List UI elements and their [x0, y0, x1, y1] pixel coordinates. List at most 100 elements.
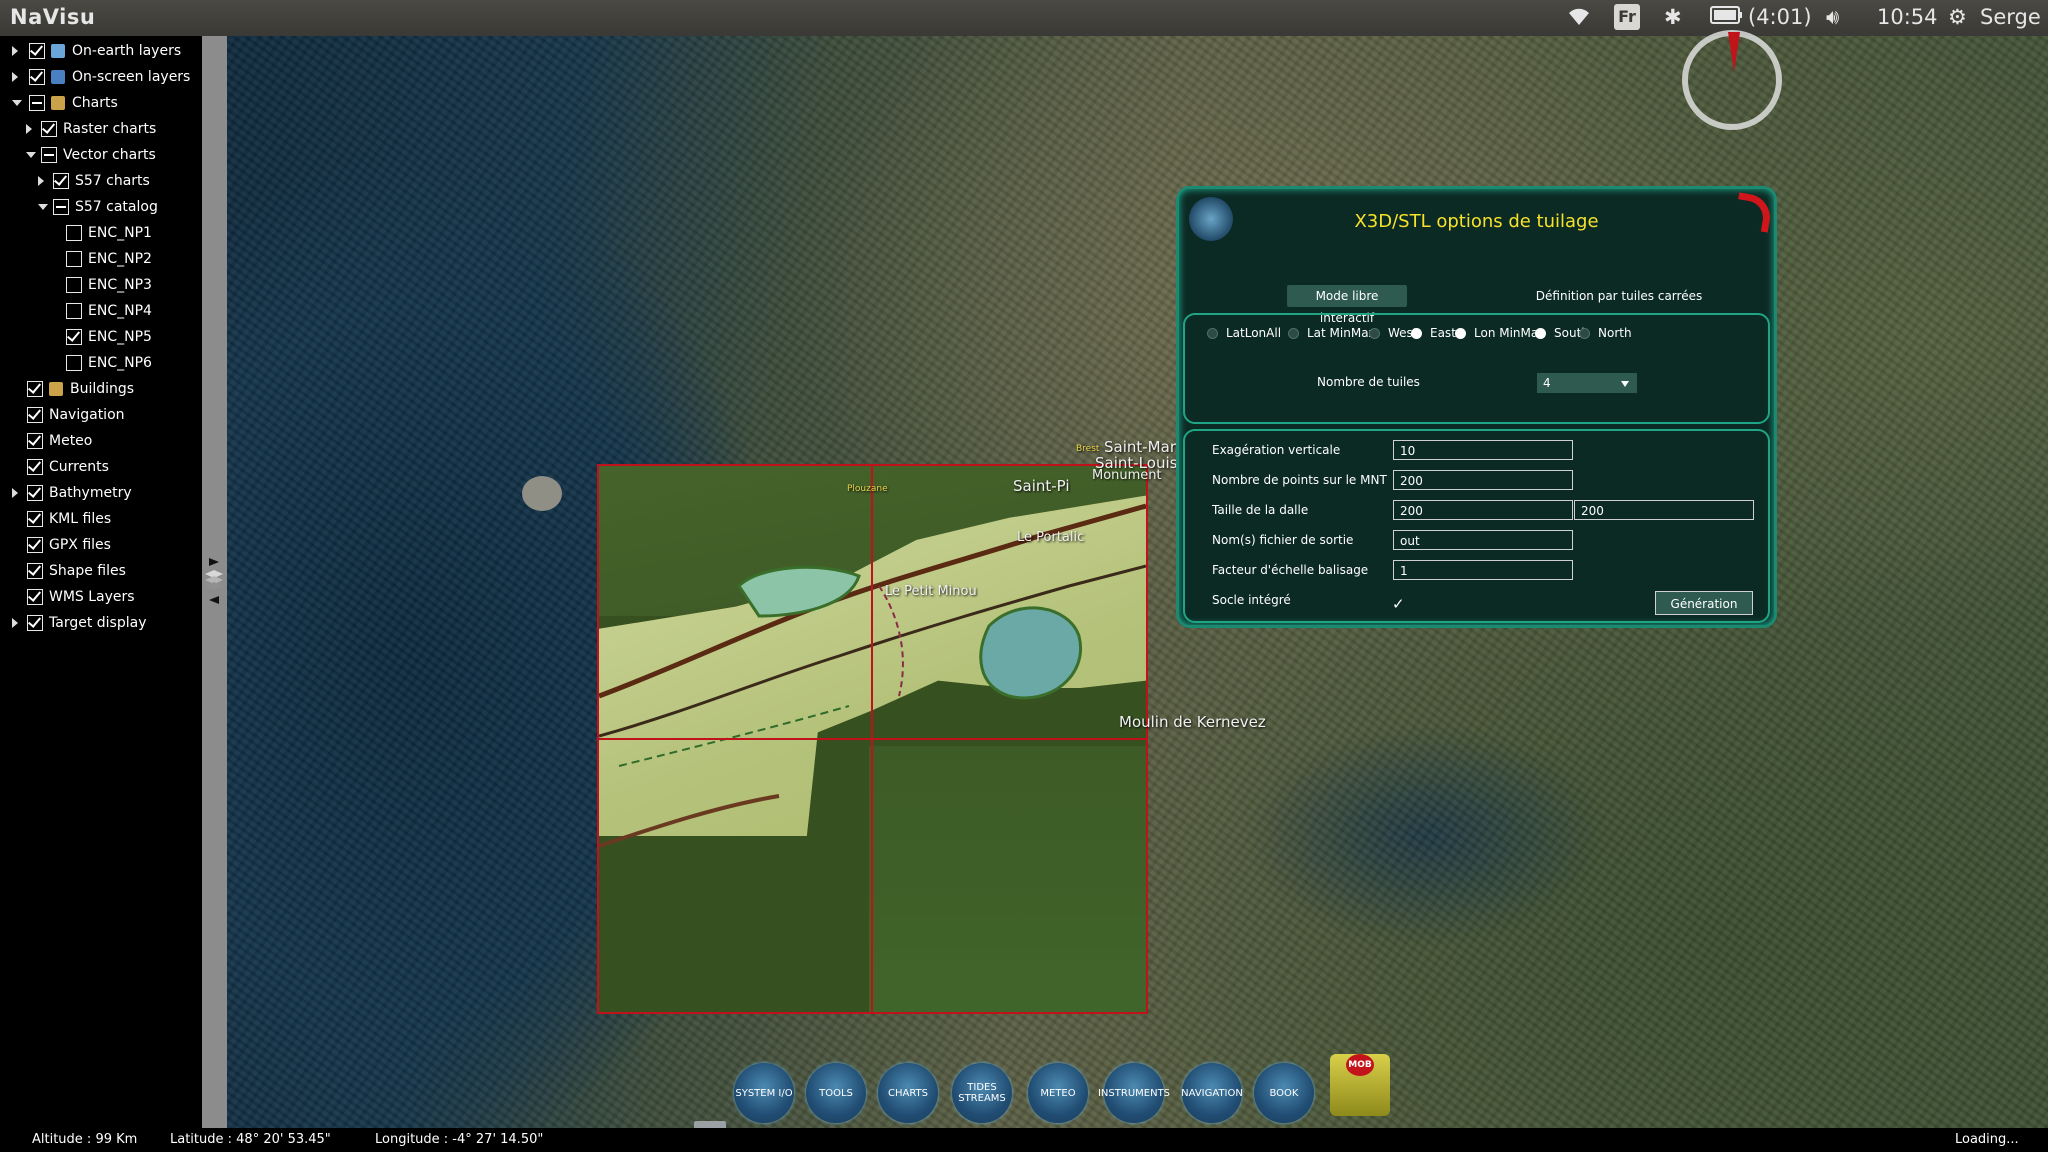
layer-item-kml-files[interactable]: KML files — [0, 508, 200, 530]
layer-checkbox[interactable] — [27, 459, 43, 475]
layer-item-vector-charts[interactable]: Vector charts — [0, 144, 200, 166]
expand-arrow-icon[interactable] — [12, 72, 18, 82]
layer-checkbox[interactable] — [66, 277, 82, 293]
radio-lon-minmax[interactable]: Lon MinMax — [1455, 326, 1545, 340]
layer-item-enc-np1[interactable]: ENC_NP1 — [0, 222, 200, 244]
layer-checkbox[interactable] — [29, 43, 45, 59]
toolbar-button-charts[interactable]: CHARTS — [878, 1063, 938, 1123]
volume-icon[interactable]: 🔊︎ — [1826, 5, 1839, 30]
layer-item-enc-np6[interactable]: ENC_NP6 — [0, 352, 200, 374]
vertical-exaggeration-input[interactable]: 10 — [1393, 440, 1573, 460]
layer-checkbox[interactable] — [53, 199, 69, 215]
layer-checkbox[interactable] — [66, 329, 82, 345]
keyboard-language-indicator[interactable]: Fr — [1614, 4, 1640, 30]
layer-item-shape-files[interactable]: Shape files — [0, 560, 200, 582]
battery-icon[interactable] — [1710, 5, 1744, 30]
layer-item-charts[interactable]: Charts — [0, 92, 200, 114]
longitude-readout: Longitude : -4° 27' 14.50" — [375, 1132, 544, 1147]
layer-item-wms-layers[interactable]: WMS Layers — [0, 586, 200, 608]
radio-north[interactable]: North — [1579, 326, 1632, 340]
collapse-arrow-icon[interactable] — [12, 100, 22, 106]
map-label: Monument — [1092, 468, 1162, 483]
enc-chart-tiles[interactable] — [597, 464, 1148, 1014]
layer-checkbox[interactable] — [66, 251, 82, 267]
beacon-scale-input[interactable]: 1 — [1393, 560, 1573, 580]
layer-item-on-earth-layers[interactable]: On-earth layers — [0, 40, 200, 62]
layer-item-enc-np4[interactable]: ENC_NP4 — [0, 300, 200, 322]
layer-checkbox[interactable] — [27, 381, 43, 397]
expand-arrow-icon[interactable] — [26, 124, 32, 134]
expand-arrow-icon[interactable] — [38, 176, 44, 186]
layer-label: Navigation — [49, 407, 125, 423]
mnt-points-label: Nombre de points sur le MNT — [1212, 473, 1387, 487]
status-bar: Altitude : 99 Km Latitude : 48° 20' 53.4… — [0, 1128, 2048, 1152]
output-file-input[interactable]: out — [1393, 530, 1573, 550]
layer-item-buildings[interactable]: Buildings — [0, 378, 200, 400]
toolbar-button-instruments[interactable]: INSTRUMENTS — [1098, 1063, 1170, 1123]
layer-checkbox[interactable] — [27, 563, 43, 579]
toolbar-button-tides-streams[interactable]: TIDES STREAMS — [952, 1063, 1012, 1123]
layer-checkbox[interactable] — [41, 147, 57, 163]
layer-checkbox[interactable] — [66, 303, 82, 319]
tab-free-mode[interactable]: Mode libre interactif — [1287, 285, 1407, 325]
layer-label: On-screen layers — [72, 69, 191, 85]
expand-arrow-icon[interactable] — [12, 488, 18, 498]
radio-east[interactable]: East — [1411, 326, 1456, 340]
tiles-count-select[interactable]: 4 — [1537, 373, 1637, 393]
layer-item-enc-np2[interactable]: ENC_NP2 — [0, 248, 200, 270]
layer-checkbox[interactable] — [29, 95, 45, 111]
bluetooth-icon[interactable]: ✱ — [1664, 5, 1682, 29]
toolbar-button-book[interactable]: BOOK — [1254, 1063, 1314, 1123]
radio-latlonall[interactable]: LatLonAll — [1207, 326, 1281, 340]
layer-checkbox[interactable] — [53, 173, 69, 189]
layer-stack-icon[interactable] — [203, 556, 225, 606]
slab-size-input-1[interactable]: 200 — [1393, 500, 1573, 520]
layer-item-enc-np5[interactable]: ENC_NP5 — [0, 326, 200, 348]
toolbar-button-meteo[interactable]: METEO — [1028, 1063, 1088, 1123]
layer-item-on-screen-layers[interactable]: On-screen layers — [0, 66, 200, 88]
layer-checkbox[interactable] — [27, 485, 43, 501]
generate-button[interactable]: Génération — [1655, 591, 1753, 615]
expand-arrow-icon[interactable] — [12, 46, 18, 56]
layer-checkbox[interactable] — [29, 69, 45, 85]
toolbar-button-navigation[interactable]: NAVIGATION — [1181, 1063, 1243, 1123]
layer-item-meteo[interactable]: Meteo — [0, 430, 200, 452]
layer-checkbox[interactable] — [66, 225, 82, 241]
close-icon[interactable] — [1733, 192, 1774, 233]
layer-item-currents[interactable]: Currents — [0, 456, 200, 478]
layer-checkbox[interactable] — [66, 355, 82, 371]
layer-item-enc-np3[interactable]: ENC_NP3 — [0, 274, 200, 296]
toolbar-button-tools[interactable]: TOOLS — [806, 1063, 866, 1123]
collapse-arrow-icon[interactable] — [38, 204, 48, 210]
slab-size-input-2[interactable]: 200 — [1574, 500, 1754, 520]
layer-item-bathymetry[interactable]: Bathymetry — [0, 482, 200, 504]
gear-icon[interactable]: ⚙ — [1948, 5, 1967, 29]
user-name[interactable]: Serge — [1980, 5, 2041, 29]
layer-label: S57 charts — [75, 173, 150, 189]
radio-lat-minmax[interactable]: Lat MinMax — [1288, 326, 1376, 340]
layer-item-gpx-files[interactable]: GPX files — [0, 534, 200, 556]
layer-checkbox[interactable] — [27, 407, 43, 423]
layer-item-s57-charts[interactable]: S57 charts — [0, 170, 200, 192]
layer-type-icon — [51, 44, 65, 58]
layer-checkbox[interactable] — [41, 121, 57, 137]
layer-item-raster-charts[interactable]: Raster charts — [0, 118, 200, 140]
toolbar-button-system-i-o[interactable]: SYSTEM I/O — [734, 1063, 794, 1123]
collapse-arrow-icon[interactable] — [26, 152, 36, 158]
map-label: Moulin de Kernevez — [1119, 713, 1266, 731]
layer-checkbox[interactable] — [27, 589, 43, 605]
layer-item-s57-catalog[interactable]: S57 catalog — [0, 196, 200, 218]
layer-checkbox[interactable] — [27, 511, 43, 527]
layer-checkbox[interactable] — [27, 615, 43, 631]
clock[interactable]: 10:54 — [1877, 5, 1938, 29]
layer-item-target-display[interactable]: Target display — [0, 612, 200, 634]
layer-checkbox[interactable] — [27, 537, 43, 553]
mnt-points-input[interactable]: 200 — [1393, 470, 1573, 490]
layer-item-navigation[interactable]: Navigation — [0, 404, 200, 426]
layer-checkbox[interactable] — [27, 433, 43, 449]
tab-square-tiles[interactable]: Définition par tuiles carrées — [1519, 285, 1719, 307]
integrated-base-checkbox[interactable]: ✓ — [1392, 595, 1405, 613]
radio-dot-icon — [1207, 328, 1218, 339]
wifi-icon[interactable] — [1566, 5, 1592, 32]
expand-arrow-icon[interactable] — [12, 618, 18, 628]
